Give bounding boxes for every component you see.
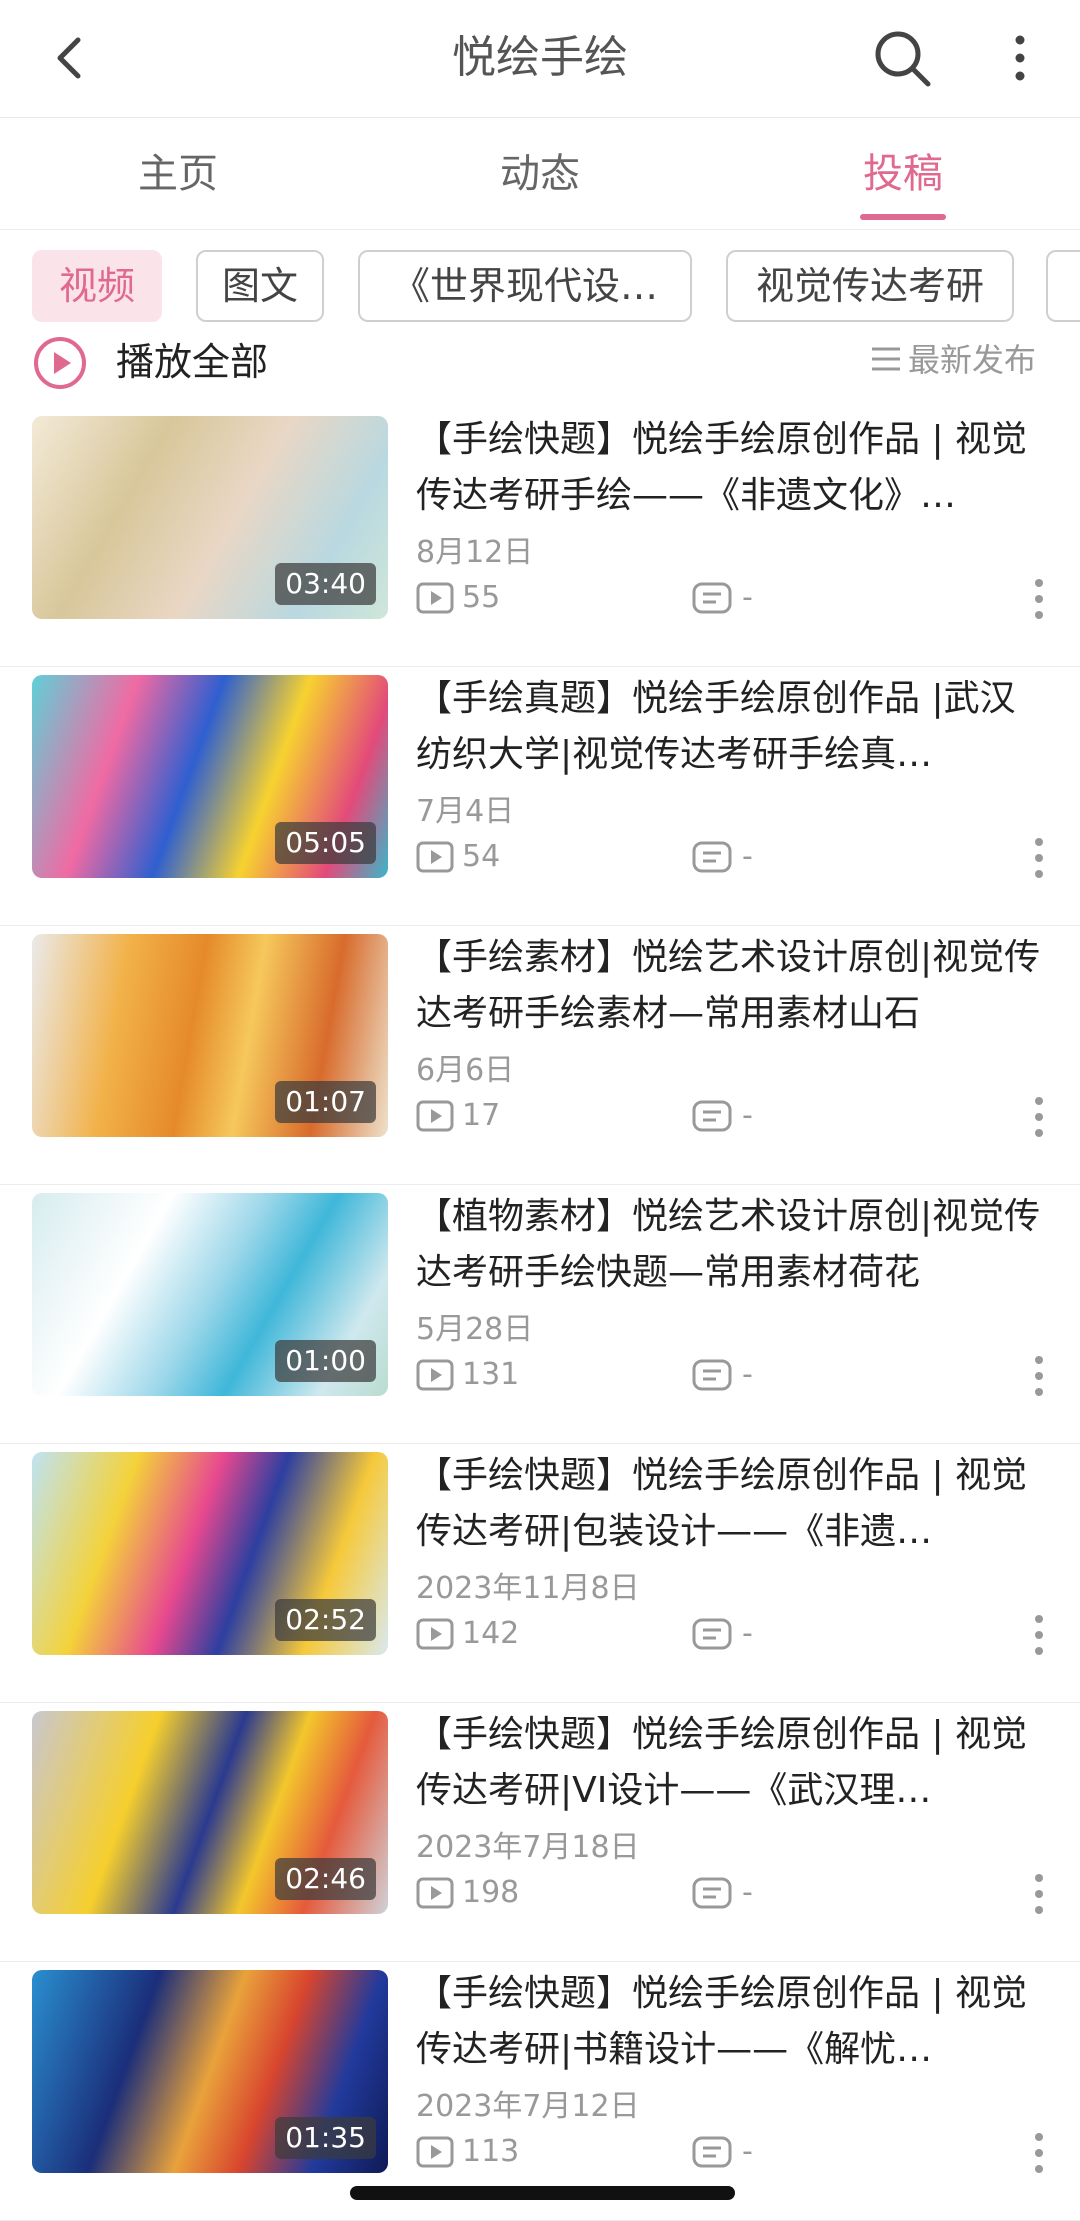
video-title[interactable]: 【手绘快题】悦绘手绘原创作品 | 视觉传达考研|VI设计——《武汉理…	[416, 1707, 1046, 1819]
play-circle-icon	[34, 337, 86, 389]
search-button[interactable]	[870, 26, 934, 90]
video-item[interactable]: 02:52 【手绘快题】悦绘手绘原创作品 | 视觉传达考研|包装设计——《非遗……	[0, 1444, 1080, 1703]
video-duration: 01:07	[275, 1081, 376, 1123]
filter-chip-image-text[interactable]: 图文	[196, 250, 324, 322]
play-count-icon	[416, 1877, 454, 1909]
video-thumbnail[interactable]: 02:46	[32, 1711, 388, 1914]
video-title[interactable]: 【手绘快题】悦绘手绘原创作品 | 视觉传达考研|书籍设计——《解忧…	[416, 1966, 1046, 2078]
video-thumbnail[interactable]: 03:40	[32, 416, 388, 619]
home-indicator[interactable]	[350, 2186, 735, 2200]
video-title[interactable]: 【手绘快题】悦绘手绘原创作品 | 视觉传达考研|包装设计——《非遗…	[416, 1448, 1046, 1560]
comment-icon	[692, 1100, 732, 1132]
video-item[interactable]: 01:07 【手绘素材】悦绘艺术设计原创|视觉传达考研手绘素材—常用素材山石 6…	[0, 926, 1080, 1185]
play-count-icon	[416, 1100, 454, 1132]
video-item[interactable]: 03:40 【手绘快题】悦绘手绘原创作品 | 视觉传达考研手绘——《非遗文化》……	[0, 408, 1080, 667]
comment-count: -	[742, 1616, 753, 1651]
play-count-icon	[416, 1359, 454, 1391]
comment-icon	[692, 1618, 732, 1650]
video-thumbnail[interactable]: 01:00	[32, 1193, 388, 1396]
comment-icon	[692, 582, 732, 614]
item-more-icon[interactable]	[1024, 1612, 1054, 1658]
video-duration: 02:52	[275, 1599, 376, 1641]
video-duration: 03:40	[275, 563, 376, 605]
video-title[interactable]: 【手绘真题】悦绘手绘原创作品 |武汉纺织大学|视觉传达考研手绘真…	[416, 671, 1046, 783]
play-count-icon	[416, 582, 454, 614]
item-more-icon[interactable]	[1024, 1871, 1054, 1917]
video-date: 7月4日	[416, 794, 515, 829]
video-item[interactable]: 05:05 【手绘真题】悦绘手绘原创作品 |武汉纺织大学|视觉传达考研手绘真… …	[0, 667, 1080, 926]
video-date: 2023年11月8日	[416, 1571, 640, 1606]
play-count: 17	[462, 1098, 501, 1133]
filter-chips: 视频 图文 《世界现代设… 视觉传达考研	[0, 250, 1080, 326]
comment-count: -	[742, 839, 753, 874]
video-date: 2023年7月12日	[416, 2089, 640, 2124]
more-vertical-icon	[1015, 35, 1025, 81]
tab-activity[interactable]: 动态	[440, 148, 640, 200]
video-thumbnail[interactable]: 01:35	[32, 1970, 388, 2173]
tab-home[interactable]: 主页	[78, 148, 278, 200]
play-count: 55	[462, 580, 501, 615]
sort-label[interactable]: 最新发布	[908, 336, 1036, 384]
comment-count: -	[742, 580, 753, 615]
comment-icon	[692, 841, 732, 873]
active-tab-indicator	[860, 214, 946, 220]
search-icon	[875, 31, 931, 87]
comment-icon	[692, 1877, 732, 1909]
comment-count: -	[742, 1875, 753, 1910]
video-date: 8月12日	[416, 535, 534, 570]
video-date: 5月28日	[416, 1312, 534, 1347]
play-count-icon	[416, 841, 454, 873]
play-count: 142	[462, 1616, 520, 1651]
video-list: 03:40 【手绘快题】悦绘手绘原创作品 | 视觉传达考研手绘——《非遗文化》……	[0, 408, 1080, 2221]
item-more-icon[interactable]	[1024, 576, 1054, 622]
top-bar: 悦绘手绘	[0, 0, 1080, 118]
play-count: 198	[462, 1875, 520, 1910]
video-duration: 01:00	[275, 1340, 376, 1382]
video-item[interactable]: 01:35 【手绘快题】悦绘手绘原创作品 | 视觉传达考研|书籍设计——《解忧……	[0, 1962, 1080, 2221]
play-count: 54	[462, 839, 501, 874]
video-title[interactable]: 【植物素材】悦绘艺术设计原创|视觉传达考研手绘快题—常用素材荷花	[416, 1189, 1046, 1301]
play-count: 113	[462, 2134, 520, 2169]
sort-button[interactable]	[870, 344, 902, 374]
comment-count: -	[742, 2134, 753, 2169]
comment-icon	[692, 1359, 732, 1391]
item-more-icon[interactable]	[1024, 2130, 1054, 2176]
tab-submissions[interactable]: 投稿	[803, 148, 1003, 200]
video-duration: 05:05	[275, 822, 376, 864]
play-count-icon	[416, 1618, 454, 1650]
video-date: 2023年7月18日	[416, 1830, 640, 1865]
filter-chip-visual-communication[interactable]: 视觉传达考研	[726, 250, 1014, 322]
filter-chip-more[interactable]	[1046, 250, 1080, 322]
play-count-icon	[416, 2136, 454, 2168]
play-all-label[interactable]: 播放全部	[116, 334, 268, 390]
comment-icon	[692, 2136, 732, 2168]
play-all-button[interactable]	[32, 335, 88, 391]
video-duration: 02:46	[275, 1858, 376, 1900]
more-options-button[interactable]	[990, 28, 1050, 88]
item-more-icon[interactable]	[1024, 1353, 1054, 1399]
video-thumbnail[interactable]: 05:05	[32, 675, 388, 878]
video-item[interactable]: 01:00 【植物素材】悦绘艺术设计原创|视觉传达考研手绘快题—常用素材荷花 5…	[0, 1185, 1080, 1444]
video-title[interactable]: 【手绘素材】悦绘艺术设计原创|视觉传达考研手绘素材—常用素材山石	[416, 930, 1046, 1042]
comment-count: -	[742, 1357, 753, 1392]
video-item[interactable]: 02:46 【手绘快题】悦绘手绘原创作品 | 视觉传达考研|VI设计——《武汉理…	[0, 1703, 1080, 1962]
filter-chip-collection[interactable]: 《世界现代设…	[358, 250, 692, 322]
video-title[interactable]: 【手绘快题】悦绘手绘原创作品 | 视觉传达考研手绘——《非遗文化》…	[416, 412, 1046, 524]
item-more-icon[interactable]	[1024, 1094, 1054, 1140]
play-all-row: 播放全部 最新发布	[0, 330, 1080, 396]
video-thumbnail[interactable]: 02:52	[32, 1452, 388, 1655]
comment-count: -	[742, 1098, 753, 1133]
filter-chip-video[interactable]: 视频	[32, 250, 162, 322]
sort-lines-icon	[872, 347, 900, 371]
item-more-icon[interactable]	[1024, 835, 1054, 881]
video-duration: 01:35	[275, 2117, 376, 2159]
video-date: 6月6日	[416, 1053, 515, 1088]
video-thumbnail[interactable]: 01:07	[32, 934, 388, 1137]
play-count: 131	[462, 1357, 520, 1392]
